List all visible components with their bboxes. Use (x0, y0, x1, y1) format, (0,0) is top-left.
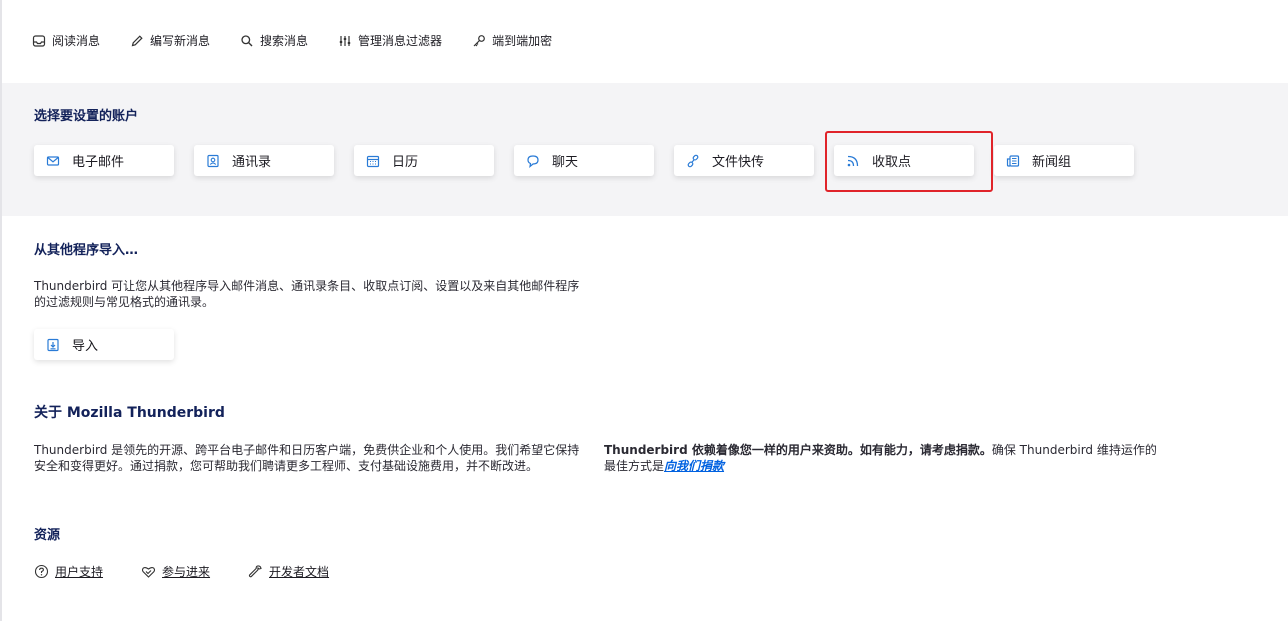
developer-docs-link[interactable]: 开发者文档 (248, 563, 329, 580)
participate-link[interactable]: 参与进来 (141, 563, 210, 580)
account-chat-label: 聊天 (552, 155, 579, 170)
key-icon (473, 34, 485, 46)
account-setup-section: 选择要设置的账户 电子邮件 通讯录 日历 聊天 文件快传 收取点 新闻组 (2, 83, 1288, 216)
account-setup-title: 选择要设置的账户 (34, 109, 139, 124)
link-icon (687, 154, 699, 167)
donate-paragraph: Thunderbird 依赖着像您一样的用户来资助。如有能力，请考虑捐款。确保 … (604, 442, 1164, 474)
about-description: Thunderbird 是领先的开源、跨平台电子邮件和日历客户端，免费供企业和个… (34, 442, 594, 474)
resources-links: 用户支持 参与进来 开发者文档 (34, 563, 367, 580)
address-book-icon (207, 154, 219, 167)
account-email-label: 电子邮件 (72, 155, 125, 170)
read-messages-button[interactable]: 阅读消息 (32, 32, 100, 49)
account-filelink-button[interactable]: 文件快传 (674, 145, 814, 176)
search-icon (241, 34, 253, 46)
support-link[interactable]: 用户支持 (34, 563, 103, 580)
heart-hands-icon (141, 566, 156, 578)
import-icon (47, 338, 59, 351)
read-messages-label: 阅读消息 (52, 34, 101, 48)
account-calendar-button[interactable]: 日历 (354, 145, 494, 176)
help-icon (34, 564, 49, 579)
account-type-list: 电子邮件 通讯录 日历 聊天 文件快传 收取点 新闻组 (34, 145, 1154, 176)
account-feeds-button[interactable]: 收取点 (834, 145, 974, 176)
account-addressbook-button[interactable]: 通讯录 (194, 145, 334, 176)
import-button-label: 导入 (72, 339, 99, 354)
top-toolbar: 阅读消息 编写新消息 搜索消息 管理消息过滤器 端到端加密 (32, 32, 582, 49)
write-message-label: 编写新消息 (150, 34, 211, 48)
write-message-button[interactable]: 编写新消息 (130, 32, 210, 49)
account-calendar-label: 日历 (392, 155, 419, 170)
pencil-icon (131, 34, 143, 46)
resources-section-title: 资源 (34, 528, 61, 543)
account-email-button[interactable]: 电子邮件 (34, 145, 174, 176)
developer-docs-link-label: 开发者文档 (269, 565, 330, 579)
about-description-line2: 安全和变得更好。通过捐款，您可帮助我们聘请更多工程师、支付基础设施费用，并不断改… (34, 459, 539, 473)
account-filelink-label: 文件快传 (712, 155, 765, 170)
import-description-line2: 的过滤规则与常见格式的通讯录。 (34, 295, 215, 309)
manage-filters-button[interactable]: 管理消息过滤器 (338, 32, 442, 49)
search-messages-label: 搜索消息 (260, 34, 309, 48)
import-description-line1: Thunderbird 可让您从其他程序导入邮件消息、通讯录条目、收取点订阅、设… (34, 279, 580, 293)
account-addressbook-label: 通讯录 (232, 155, 272, 170)
envelope-icon (46, 155, 60, 166)
chat-icon (527, 154, 539, 168)
donate-bold-text: Thunderbird 依赖着像您一样的用户来资助。如有能力，请考虑捐款。 (604, 443, 992, 457)
newsgroup-icon (1006, 154, 1020, 167)
wrench-icon (248, 565, 262, 578)
import-button[interactable]: 导入 (34, 329, 174, 360)
rss-icon (847, 155, 859, 166)
donate-prefix-text: 最佳方式是 (604, 459, 665, 473)
donate-paragraph-line1: Thunderbird 依赖着像您一样的用户来资助。如有能力，请考虑捐款。确保 … (604, 442, 1164, 458)
donate-link[interactable]: 向我们捐款 (664, 459, 724, 473)
donate-rest-text: 确保 Thunderbird 维持运作的 (991, 443, 1157, 457)
inbox-icon (32, 34, 46, 47)
import-description: Thunderbird 可让您从其他程序导入邮件消息、通讯录条目、收取点订阅、设… (34, 278, 594, 310)
filter-sliders-icon (339, 35, 351, 46)
manage-filters-label: 管理消息过滤器 (358, 34, 443, 48)
about-description-line1: Thunderbird 是领先的开源、跨平台电子邮件和日历客户端，免费供企业和个… (34, 443, 580, 457)
account-newsgroup-button[interactable]: 新闻组 (994, 145, 1134, 176)
calendar-icon (366, 155, 380, 167)
search-messages-button[interactable]: 搜索消息 (240, 32, 308, 49)
account-feeds-label: 收取点 (872, 155, 912, 170)
participate-link-label: 参与进来 (162, 565, 211, 579)
about-section-title: 关于 Mozilla Thunderbird (34, 402, 225, 422)
support-link-label: 用户支持 (55, 565, 104, 579)
account-chat-button[interactable]: 聊天 (514, 145, 654, 176)
account-newsgroup-label: 新闻组 (1032, 155, 1072, 170)
about-title-brand: Mozilla Thunderbird (66, 405, 225, 421)
import-section-title: 从其他程序导入… (34, 243, 139, 258)
e2e-encryption-label: 端到端加密 (492, 34, 553, 48)
e2e-encryption-button[interactable]: 端到端加密 (472, 32, 552, 49)
about-title-prefix: 关于 (34, 405, 67, 421)
donate-paragraph-line2: 最佳方式是向我们捐款 (604, 458, 1164, 474)
